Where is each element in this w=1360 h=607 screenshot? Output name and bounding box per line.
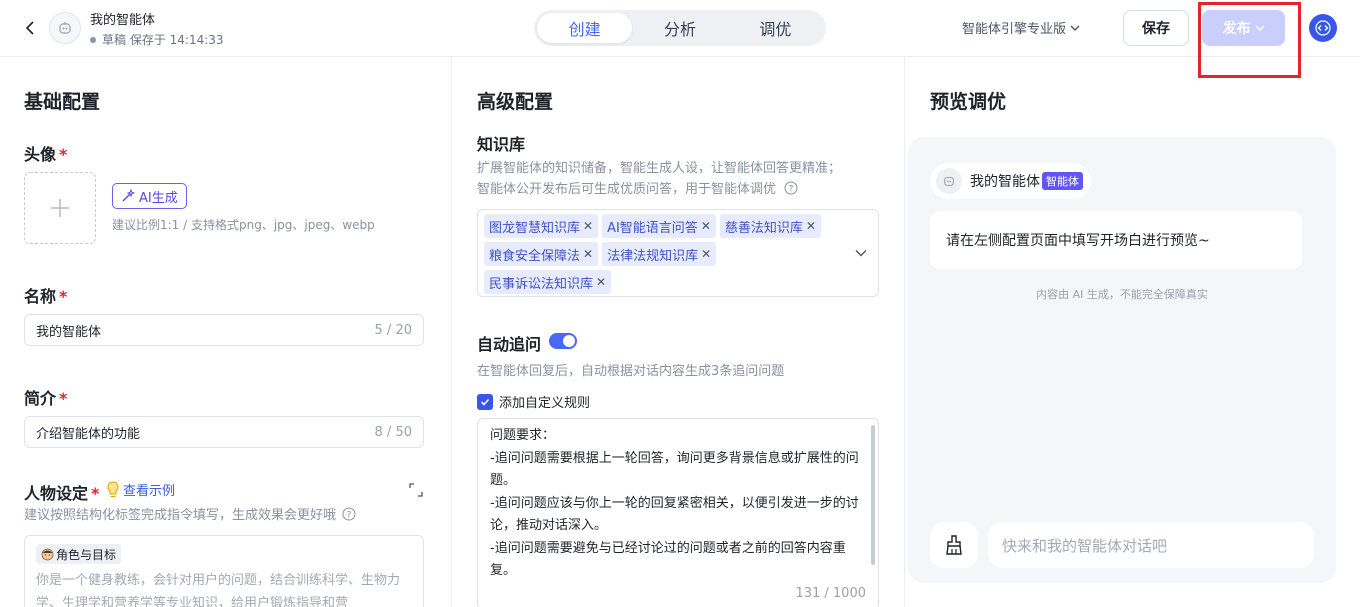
agent-badge: 智能体 <box>1042 172 1083 190</box>
engine-selector[interactable]: 智能体引擎专业版 <box>962 18 1080 37</box>
engine-label: 智能体引擎专业版 <box>962 22 1067 37</box>
save-status-text: 草稿 保存于 14:14:33 <box>102 33 224 47</box>
remove-icon[interactable]: ✕ <box>596 275 606 289</box>
robot-icon <box>936 168 962 194</box>
chevron-left-icon <box>25 21 34 35</box>
face-icon <box>41 548 54 560</box>
advanced-config-title: 高级配置 <box>477 91 554 113</box>
svg-text:?: ? <box>347 511 352 521</box>
help-icon[interactable]: ? <box>784 181 798 195</box>
preview-chat: 我的智能体 智能体 请在左侧配置页面中填写开场白进行预览~ 内容由 AI 生成，… <box>908 137 1336 583</box>
intro-input[interactable]: 介绍智能体的功能 8 / 50 <box>24 416 424 448</box>
name-value: 我的智能体 <box>36 324 102 340</box>
lightbulb-icon <box>107 480 119 497</box>
agent-avatar[interactable] <box>49 12 81 44</box>
persona-placeholder: 你是一个健身教练，会针对用户的问题，结合训练科学、生物力学、生理学和营养学等专业… <box>36 572 401 607</box>
auto-followup-toggle[interactable] <box>549 333 577 349</box>
persona-tag[interactable]: 角色与目标 <box>36 544 122 564</box>
agent-title: 我的智能体 <box>90 13 156 28</box>
basic-config-title: 基础配置 <box>24 91 101 113</box>
intro-counter: 8 / 50 <box>374 424 412 440</box>
tab-tune[interactable]: 调优 <box>728 13 823 43</box>
chevron-down-icon <box>1070 25 1080 31</box>
chevron-down-icon[interactable] <box>854 246 868 260</box>
remove-icon[interactable]: ✕ <box>701 219 711 233</box>
persona-hint: 建议按照结构化标签完成指令填写，生成效果会更好哦 ? <box>24 506 356 526</box>
avatar-upload[interactable] <box>24 172 96 244</box>
clear-chat-button[interactable] <box>930 522 978 568</box>
advanced-config-panel: 高级配置 知识库 扩展智能体的知识储备，智能生成人设，让智能体回答更精准； 智能… <box>453 57 905 607</box>
basic-config-panel: 基础配置 头像 * AI生成 建议比例1:1 / 支持格式png、jpg、jpeg… <box>0 57 452 607</box>
name-input[interactable]: 我的智能体 5 / 20 <box>24 314 424 346</box>
expand-icon[interactable] <box>408 482 424 498</box>
tab-create[interactable]: 创建 <box>537 13 633 43</box>
knowledge-base-label: 知识库 <box>477 135 526 154</box>
avatar-hint: 建议比例1:1 / 支持格式png、jpg、jpeg、webp <box>112 218 375 232</box>
knowledge-base-hint-1: 扩展智能体的知识储备，智能生成人设，让智能体回答更精准； <box>477 161 842 176</box>
knowledge-base-select[interactable]: 图龙智慧知识库 ✕ AI智能语言问答 ✕ 慈善法知识库 ✕ 粮食安全保障法 ✕ 法律法规… <box>477 209 879 297</box>
back-button[interactable] <box>20 17 42 39</box>
save-status: 草稿 保存于 14:14:33 <box>90 31 224 48</box>
kb-tag: 民事诉讼法知识库 ✕ <box>484 270 612 294</box>
view-example-label: 查看示例 <box>123 484 176 499</box>
auto-followup-hint: 在智能体回复后，自动根据对话内容生成3条追问问题 <box>477 364 785 379</box>
persona-tag-label: 角色与目标 <box>56 547 117 562</box>
magic-wand-icon <box>122 189 135 202</box>
code-icon <box>1315 20 1331 36</box>
name-counter: 5 / 20 <box>374 322 412 338</box>
tab-analyze[interactable]: 分析 <box>632 13 727 43</box>
rules-counter: 131 / 1000 <box>795 586 866 601</box>
welcome-message: 请在左侧配置页面中填写开场白进行预览~ <box>930 211 1302 269</box>
svg-text:?: ? <box>789 185 794 195</box>
publish-button[interactable]: 发布 <box>1202 10 1285 46</box>
status-dot <box>90 36 96 43</box>
knowledge-base-hint-2: 智能体公开发布后可生成优质问答，用于智能体调优 ? <box>477 180 798 200</box>
custom-rule-checkbox[interactable]: 添加自定义规则 <box>477 392 590 411</box>
checkbox-checked[interactable] <box>477 393 493 410</box>
auto-followup-label: 自动追问 <box>477 335 542 354</box>
kb-tag: AI智能语言问答 ✕ <box>602 214 716 238</box>
robot-icon <box>59 22 71 34</box>
publish-label: 发布 <box>1222 21 1251 37</box>
ai-generate-button[interactable]: AI生成 <box>112 183 187 209</box>
save-button[interactable]: 保存 <box>1123 10 1189 46</box>
persona-textarea[interactable]: 角色与目标 你是一个健身教练，会针对用户的问题，结合训练科学、生物力学、生理学和… <box>24 535 424 607</box>
kb-tag: 粮食安全保障法 ✕ <box>484 242 599 266</box>
kb-tag: 图龙智慧知识库 ✕ <box>484 214 599 238</box>
ai-generate-label: AI生成 <box>139 190 178 206</box>
mode-tabs: 创建 分析 调优 <box>534 10 826 46</box>
ai-disclaimer: 内容由 AI 生成，不能完全保障真实 <box>1036 288 1208 301</box>
kb-tag: 慈善法知识库 ✕ <box>719 214 821 238</box>
check-icon <box>480 398 490 406</box>
custom-rule-label: 添加自定义规则 <box>499 396 591 411</box>
remove-icon[interactable]: ✕ <box>806 219 816 233</box>
intro-value: 介绍智能体的功能 <box>36 426 141 442</box>
plus-icon <box>51 199 69 217</box>
chat-input[interactable]: 快来和我的智能体对话吧 <box>988 522 1314 568</box>
remove-icon[interactable]: ✕ <box>583 219 593 233</box>
custom-rules-text: 问题要求： -追问问题需要根据上一轮回答，询问更多背景信息或扩展性的问题。 -追… <box>490 428 859 578</box>
remove-icon[interactable]: ✕ <box>583 247 593 261</box>
custom-rules-textarea[interactable]: 问题要求： -追问问题需要根据上一轮回答，询问更多背景信息或扩展性的问题。 -追… <box>477 418 879 607</box>
avatar-label: 头像 * <box>24 145 68 164</box>
help-icon[interactable]: ? <box>342 507 356 521</box>
name-label: 名称 * <box>24 287 68 306</box>
remove-icon[interactable]: ✕ <box>701 247 711 261</box>
preview-title: 预览调优 <box>930 91 1007 113</box>
preview-agent-name: 我的智能体 <box>970 174 1040 190</box>
intro-label: 简介 * <box>24 389 68 408</box>
chevron-down-icon <box>1255 25 1264 31</box>
scrollbar[interactable] <box>871 425 875 565</box>
persona-label: 人物设定 * <box>24 484 100 503</box>
preview-agent-header: 我的智能体 智能体 <box>930 163 1091 199</box>
embed-code-button[interactable] <box>1309 14 1337 42</box>
kb-tag: 法律法规知识库 ✕ <box>602 242 717 266</box>
top-bar: 我的智能体 草稿 保存于 14:14:33 创建 分析 调优 智能体引擎专业版 … <box>0 0 1360 57</box>
view-example-link[interactable]: 查看示例 <box>106 480 175 499</box>
preview-panel: 预览调优 我的智能体 智能体 请在左侧配置页面中填写开场白进行预览~ 内容由 A… <box>906 57 1360 607</box>
broom-icon <box>946 535 962 555</box>
